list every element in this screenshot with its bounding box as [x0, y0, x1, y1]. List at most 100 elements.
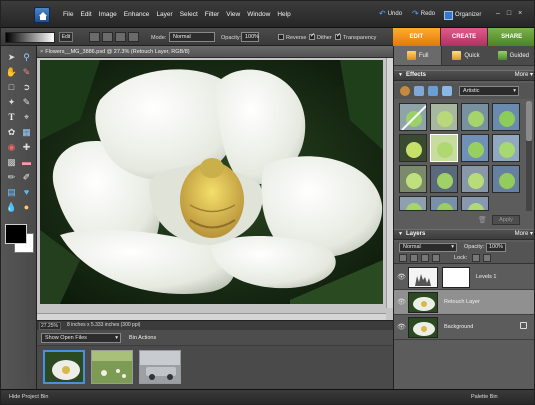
effect-thumb[interactable]: [399, 196, 427, 211]
marquee-tool-icon[interactable]: □: [5, 81, 18, 93]
lock-all-icon[interactable]: [483, 254, 491, 262]
blend-mode-select[interactable]: Normal ▾: [399, 243, 457, 252]
tab-edit[interactable]: EDIT: [393, 28, 441, 46]
effect-thumb[interactable]: [399, 103, 427, 131]
document-tab[interactable]: × Flowers__MG_3886.psd @ 27.3% (Retouch L…: [37, 46, 393, 58]
zoom-tool-icon[interactable]: ⚲: [20, 51, 33, 63]
effect-thumb[interactable]: [430, 165, 458, 193]
menu-select[interactable]: Select: [180, 11, 198, 18]
layer-row-background[interactable]: 👁 Background: [394, 315, 534, 340]
link-layer-icon[interactable]: [421, 254, 429, 262]
effect-thumb[interactable]: [461, 165, 489, 193]
tab-guided[interactable]: Guided: [490, 46, 534, 65]
menu-layer[interactable]: Layer: [156, 11, 172, 18]
reflected-gradient-icon[interactable]: [128, 32, 139, 42]
menu-help[interactable]: Help: [277, 11, 290, 18]
layer-row-levels[interactable]: 👁 Levels 1: [394, 265, 534, 290]
undo-button[interactable]: ↶ Undo: [379, 10, 402, 18]
menu-file[interactable]: File: [63, 11, 73, 18]
tab-share[interactable]: SHARE: [488, 28, 534, 46]
linear-gradient-icon[interactable]: [89, 32, 100, 42]
maximize-button[interactable]: □: [507, 10, 511, 17]
show-files-select[interactable]: Show Open Files ▾: [41, 333, 121, 343]
brush-tool-icon[interactable]: ✐: [20, 171, 33, 183]
effects-panel-header[interactable]: ▼ Effects More ▾: [394, 70, 534, 81]
effects-scrollbar[interactable]: [526, 101, 532, 211]
radial-gradient-icon[interactable]: [102, 32, 113, 42]
selection-brush-tool-icon[interactable]: ✎: [20, 96, 33, 108]
close-button[interactable]: ×: [518, 10, 522, 17]
menu-enhance[interactable]: Enhance: [124, 11, 150, 18]
lasso-tool-icon[interactable]: ➲: [20, 81, 33, 93]
bin-thumb-field[interactable]: [91, 350, 133, 384]
canvas-area[interactable]: [37, 58, 393, 320]
minimize-button[interactable]: –: [496, 10, 500, 17]
effect-thumb[interactable]: [461, 103, 489, 131]
spot-healing-tool-icon[interactable]: ✚: [20, 141, 33, 153]
clone-stamp-tool-icon[interactable]: ▩: [5, 156, 18, 168]
filters-icon[interactable]: [400, 86, 410, 96]
horizontal-scrollbar[interactable]: [37, 313, 386, 320]
lock-transparency-icon[interactable]: [472, 254, 480, 262]
palette-bin-button[interactable]: Palette Bin: [471, 390, 498, 404]
effect-thumb[interactable]: [492, 134, 520, 162]
apply-button[interactable]: Apply: [492, 215, 520, 225]
eye-icon[interactable]: 👁: [397, 323, 406, 331]
layer-opacity-field[interactable]: 100%: [486, 243, 506, 252]
tab-create[interactable]: CREATE: [440, 28, 489, 46]
effect-thumb[interactable]: [461, 134, 489, 162]
menu-view[interactable]: View: [226, 11, 240, 18]
bin-thumb-magnolia[interactable]: [43, 350, 85, 384]
eye-icon[interactable]: 👁: [397, 273, 406, 281]
vertical-scrollbar[interactable]: [386, 58, 393, 308]
scrollbar-thumb[interactable]: [526, 101, 532, 141]
redo-button[interactable]: ↷ Redo: [412, 10, 435, 18]
effect-thumb[interactable]: [461, 196, 489, 211]
tab-full[interactable]: Full: [394, 46, 443, 65]
eye-icon[interactable]: 👁: [397, 298, 406, 306]
foreground-color-front[interactable]: [5, 224, 27, 244]
adjustment-layer-icon[interactable]: [410, 254, 418, 262]
opacity-field[interactable]: 100%: [241, 32, 259, 42]
blur-tool-icon[interactable]: 💧: [5, 201, 18, 213]
magic-wand-tool-icon[interactable]: ✦: [5, 96, 18, 108]
bin-thumb-car[interactable]: [139, 350, 181, 384]
type-tool-icon[interactable]: T: [5, 111, 18, 123]
menu-edit[interactable]: Edit: [80, 11, 91, 18]
bin-actions-button[interactable]: Bin Actions: [129, 335, 156, 341]
red-eye-tool-icon[interactable]: ◉: [5, 141, 18, 153]
pencil-tool-icon[interactable]: ✏: [5, 171, 18, 183]
effect-thumb-selected[interactable]: [430, 134, 458, 162]
eraser-tool-icon[interactable]: ▬: [20, 156, 33, 168]
menu-filter[interactable]: Filter: [205, 11, 219, 18]
delete-layer-icon[interactable]: [432, 254, 440, 262]
dither-checkbox[interactable]: [309, 32, 315, 40]
hand-tool-icon[interactable]: ✋: [5, 66, 18, 78]
effect-thumb[interactable]: [430, 103, 458, 131]
new-layer-icon[interactable]: [399, 254, 407, 262]
move-tool-icon[interactable]: ➤: [5, 51, 18, 63]
effect-thumb[interactable]: [399, 134, 427, 162]
trash-icon[interactable]: 🗑: [478, 216, 487, 224]
sponge-tool-icon[interactable]: ●: [20, 201, 33, 213]
home-icon[interactable]: [34, 7, 50, 23]
close-document-icon[interactable]: ×: [40, 49, 43, 55]
effect-thumb[interactable]: [430, 196, 458, 211]
hide-project-bin-button[interactable]: Hide Project Bin: [9, 390, 48, 404]
tab-quick[interactable]: Quick: [442, 46, 489, 65]
effect-thumb[interactable]: [492, 165, 520, 193]
gradient-preview[interactable]: [5, 32, 55, 43]
layers-more-button[interactable]: More ▾: [515, 230, 533, 239]
transparency-checkbox[interactable]: [335, 32, 341, 40]
eyedropper-tool-icon[interactable]: ✎: [20, 66, 33, 78]
layers-panel-header[interactable]: ▼ Layers More ▾: [394, 229, 534, 240]
magnolia-photo[interactable]: [40, 60, 383, 304]
cookie-cutter-tool-icon[interactable]: ✿: [5, 126, 18, 138]
menu-image[interactable]: Image: [99, 11, 117, 18]
mode-select[interactable]: Normal: [169, 32, 215, 42]
layer-row-retouch[interactable]: 👁 Retouch Layer: [394, 290, 534, 315]
paint-bucket-tool-icon[interactable]: ▤: [5, 186, 18, 198]
effects-category-select[interactable]: Artistic ▾: [459, 86, 519, 96]
effect-thumb[interactable]: [492, 103, 520, 131]
menu-window[interactable]: Window: [247, 11, 270, 18]
